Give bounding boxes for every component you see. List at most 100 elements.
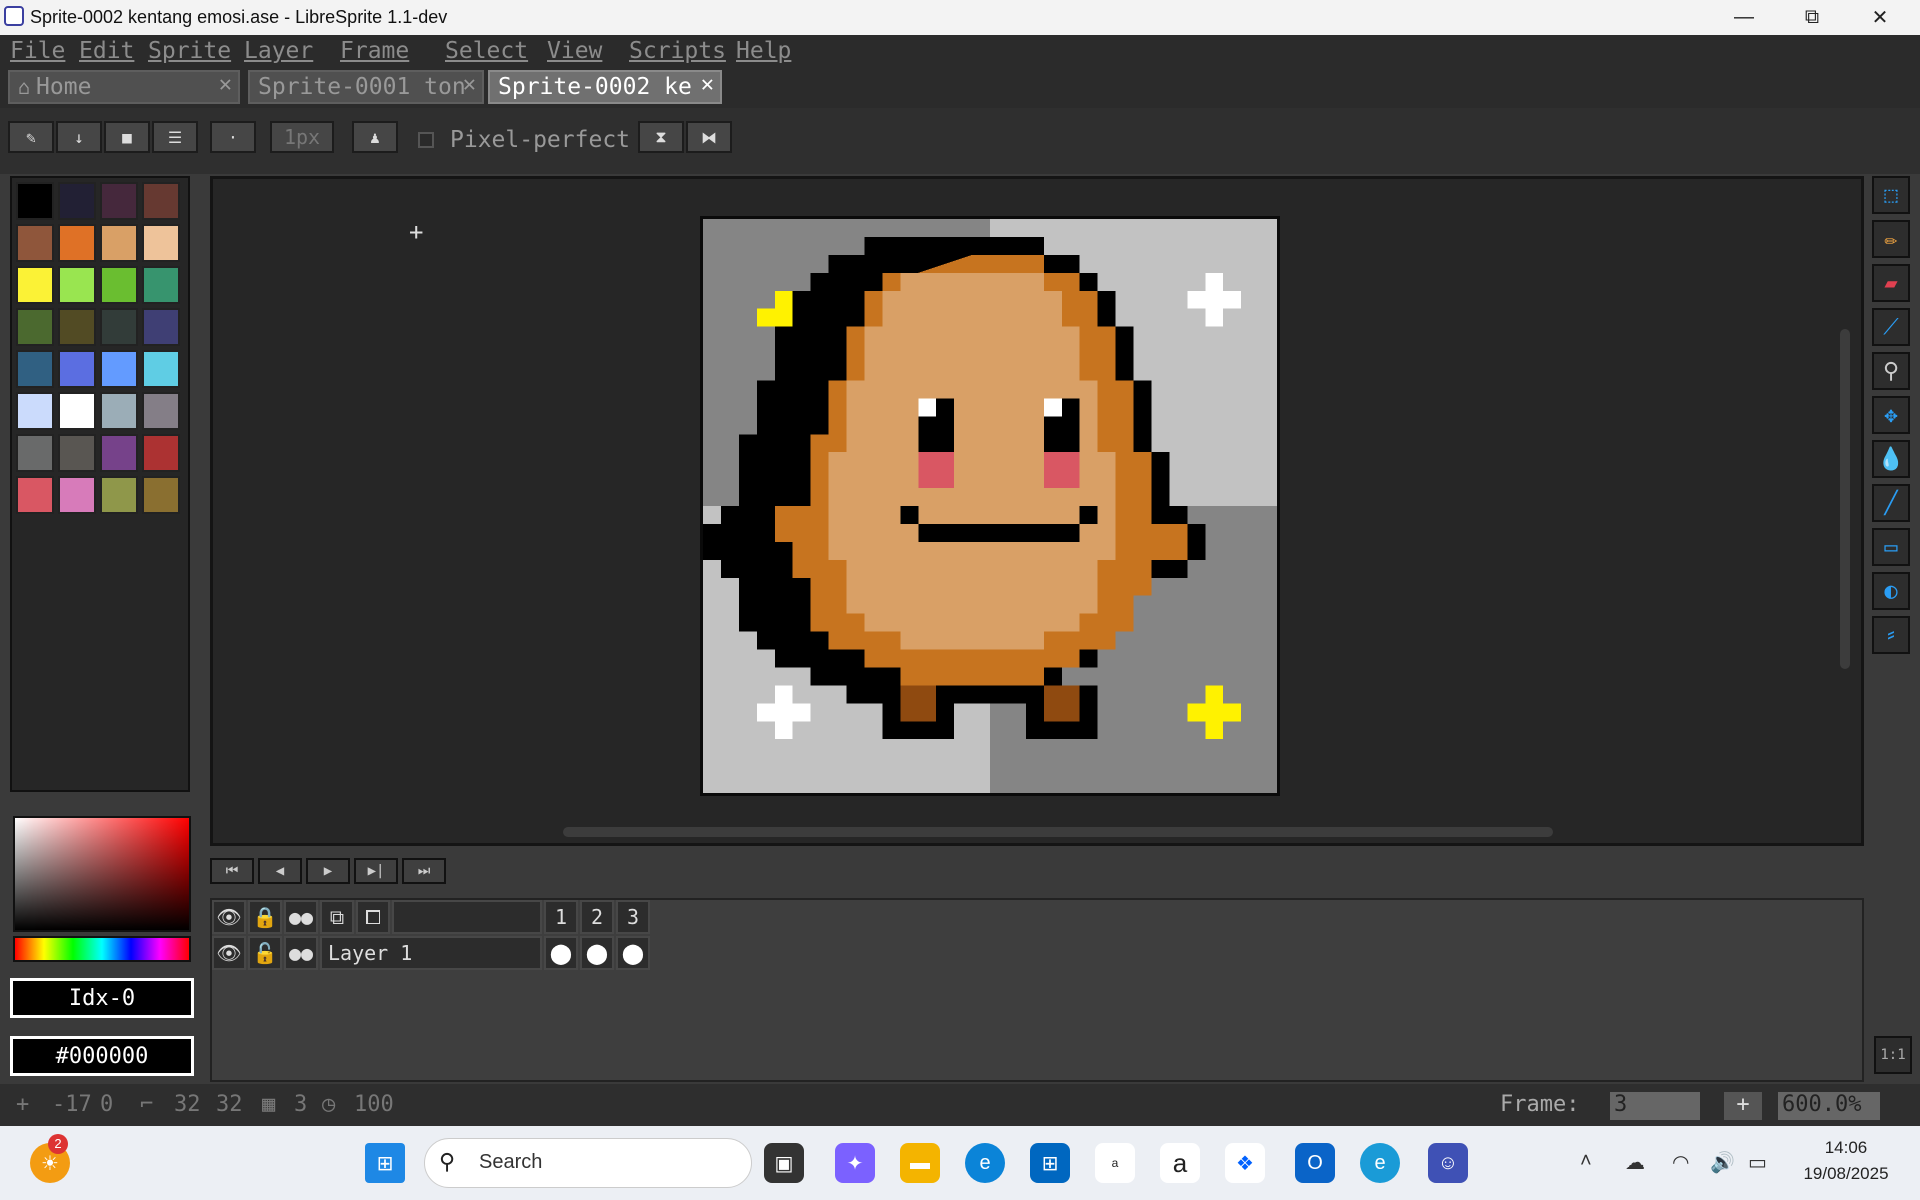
zoom-input[interactable]: 600.0% [1778,1092,1880,1120]
menu-edit[interactable]: Edit [79,38,134,64]
menu-help[interactable]: Help [736,38,791,64]
palette-swatch[interactable] [100,308,138,346]
actual-size-icon[interactable]: 1:1 [1874,1036,1912,1074]
palette-swatch[interactable] [16,392,54,430]
brush-shape-icon[interactable]: ✎ [8,121,54,153]
minimize-button[interactable]: — [1710,0,1778,35]
palette-swatch[interactable] [58,266,96,304]
marquee-tool-icon[interactable]: ⬚ [1872,176,1910,214]
palette-swatch[interactable] [100,224,138,262]
palette-swatch[interactable] [58,350,96,388]
last-frame-icon[interactable]: ⏭ [402,858,446,884]
libresprite-taskbar-icon[interactable]: ☺ [1428,1143,1468,1183]
dropbox-icon[interactable]: ❖ [1225,1143,1265,1183]
symmetry-vertical-icon[interactable]: ⧗ [638,121,684,153]
chevron-up-icon[interactable]: ˄ [1580,1150,1592,1173]
palette-swatch[interactable] [58,308,96,346]
palette-swatch[interactable] [142,308,180,346]
contour-tool-icon[interactable]: ◐ [1872,572,1910,610]
menu-frame[interactable]: Frame [340,38,409,64]
palette-swatch[interactable] [100,434,138,472]
close-window-button[interactable]: ✕ [1846,0,1914,35]
vertical-scrollbar[interactable] [1840,329,1850,669]
horizontal-scrollbar[interactable] [563,827,1553,837]
ink-type-icon[interactable]: ♟ [352,121,398,153]
brush-type-button[interactable]: · [210,121,256,153]
close-tab-icon[interactable]: ✕ [219,72,232,97]
windows-start-icon[interactable]: ⊞ [365,1143,405,1183]
sprite-canvas[interactable] [700,216,1280,796]
color-hex-field[interactable]: #000000 [10,1036,194,1076]
onedrive-icon[interactable]: ☁ [1625,1150,1645,1175]
palette-swatch[interactable] [58,476,96,514]
menu-layer[interactable]: Layer [244,38,313,64]
tab-sprite-0002[interactable]: Sprite-0002 ke ✕ [488,70,722,104]
eyedropper-tool-icon[interactable]: ⟋ [1872,308,1910,346]
palette-swatch[interactable] [16,182,54,220]
lock-header-icon[interactable]: 🔒 [248,900,282,934]
edge-dev-icon[interactable]: e [1360,1143,1400,1183]
zoom-tool-icon[interactable]: ⚲ [1872,352,1910,390]
frame-header[interactable]: 1 [544,900,578,934]
palette-swatch[interactable] [142,350,180,388]
pixel-perfect-checkbox[interactable] [418,132,434,148]
volume-icon[interactable]: 🔊 [1710,1150,1735,1175]
arrow-down-icon[interactable]: ↓ [56,121,102,153]
menu-view[interactable]: View [547,38,602,64]
brush-size-field[interactable]: 1px [270,121,334,153]
rectangle-tool-icon[interactable]: ▭ [1872,528,1910,566]
taskbar-search-box[interactable]: ⚲ Search [424,1138,752,1188]
next-frame-icon[interactable]: ▶| [354,858,398,884]
add-frame-icon[interactable]: + [1724,1092,1762,1120]
palette-swatch[interactable] [142,182,180,220]
previous-frame-icon[interactable]: ◀ [258,858,302,884]
palette-swatch[interactable] [100,392,138,430]
symmetry-horizontal-icon[interactable]: ⧓ [686,121,732,153]
link-cels-icon[interactable]: ⧉ [320,900,354,934]
menu-file[interactable]: File [10,38,65,64]
palette-swatch[interactable] [100,476,138,514]
square-icon[interactable]: ■ [104,121,150,153]
palette-swatch[interactable] [142,266,180,304]
palette-swatch[interactable] [142,476,180,514]
line-tool-icon[interactable]: ╱ [1872,484,1910,522]
palette-swatch[interactable] [100,266,138,304]
clock-time[interactable]: 14:06 [1796,1138,1896,1158]
palette-swatch[interactable] [16,266,54,304]
battery-icon[interactable]: ▭ [1748,1150,1767,1175]
palette-swatch[interactable] [16,308,54,346]
first-frame-icon[interactable]: ⏮ [210,858,254,884]
cel-frame-3[interactable]: ⬤ [616,936,650,970]
palette-swatch[interactable] [58,392,96,430]
move-tool-icon[interactable]: ✥ [1872,396,1910,434]
palette-swatch[interactable] [142,224,180,262]
wifi-icon[interactable]: ◠ [1672,1150,1689,1175]
layer-visibility-icon[interactable]: 👁 [212,936,246,970]
fill-tool-icon[interactable]: 💧 [1872,440,1910,478]
layer-name[interactable]: Layer 1 [320,936,542,970]
hue-slider[interactable] [13,936,191,962]
palette-swatch[interactable] [58,182,96,220]
outlook-icon[interactable]: O [1295,1143,1335,1183]
close-tab-icon[interactable]: ✕ [463,72,476,97]
palette-swatch[interactable] [16,434,54,472]
menu-sprite[interactable]: Sprite [148,38,231,64]
maximize-button[interactable]: ⧉ [1778,0,1846,35]
visibility-header-icon[interactable]: 👁 [212,900,246,934]
color-gradient-picker[interactable] [13,816,191,932]
menu-select[interactable]: Select [445,38,528,64]
layer-lock-icon[interactable]: 🔓 [248,936,282,970]
tab-sprite-0001[interactable]: Sprite-0001 ton ✕ [248,70,484,104]
palette-swatch[interactable] [100,182,138,220]
spray-tool-icon[interactable]: ⸗ [1872,616,1910,654]
amazon-shopping-icon[interactable]: a [1160,1143,1200,1183]
palette-swatch[interactable] [16,224,54,262]
menu-lines-icon[interactable]: ☰ [152,121,198,153]
frame-header[interactable]: 3 [616,900,650,934]
copilot-icon[interactable]: ✦ [835,1143,875,1183]
cel-frame-1[interactable]: ⬤ [544,936,578,970]
palette-swatch[interactable] [100,350,138,388]
close-tab-icon[interactable]: ✕ [701,72,714,97]
edge-icon[interactable]: e [965,1143,1005,1183]
palette-swatch[interactable] [142,392,180,430]
